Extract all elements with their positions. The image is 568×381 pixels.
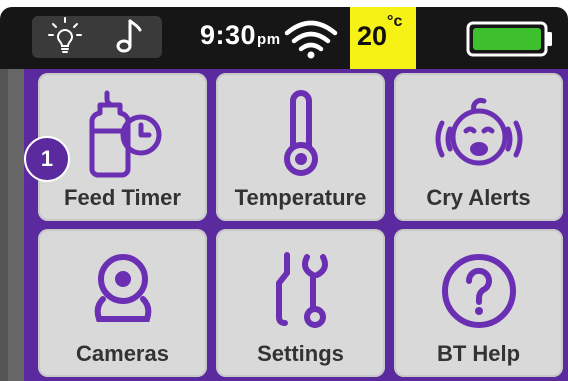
lightbulb-icon	[48, 17, 82, 53]
battery-icon	[466, 21, 552, 57]
tile-label: Cameras	[76, 341, 169, 366]
screen-bezel-inner	[8, 69, 24, 381]
tile-settings[interactable]: Settings	[216, 229, 385, 377]
baby-monitor-screen: 9:30pm 20°c Feed Timer Temperature Cry A…	[0, 0, 568, 381]
status-bar: 9:30pm 20°c	[0, 7, 568, 69]
tile-label: Cry Alerts	[426, 185, 531, 210]
crying-baby-icon	[435, 98, 522, 166]
bottle-clock-icon	[89, 90, 161, 178]
time-value: 9:30	[200, 20, 257, 50]
thermometer-icon	[283, 90, 318, 176]
battery-level-fill	[473, 28, 541, 50]
tile-label: Settings	[257, 341, 344, 366]
temperature-value: 20	[357, 21, 388, 51]
wifi-icon	[284, 20, 338, 59]
help-icon	[441, 254, 516, 328]
music-note-icon	[116, 19, 142, 53]
camera-icon	[94, 254, 151, 322]
tile-bt-help[interactable]: BT Help	[394, 229, 563, 377]
tools-icon	[275, 252, 328, 328]
tile-cameras[interactable]: Cameras	[38, 229, 207, 377]
time-suffix: pm	[257, 31, 281, 48]
tile-label: BT Help	[436, 341, 521, 366]
temperature-unit: °c	[387, 13, 403, 30]
tile-temperature[interactable]: Temperature	[216, 73, 385, 221]
tile-cry-alerts[interactable]: Cry Alerts	[394, 73, 563, 221]
tile-label: Temperature	[234, 185, 367, 210]
tile-label: Feed Timer	[64, 185, 181, 210]
step-number-badge: 1	[24, 136, 70, 182]
clock: 9:30pm	[200, 20, 281, 51]
temperature-indicator: 20°c	[350, 7, 416, 69]
